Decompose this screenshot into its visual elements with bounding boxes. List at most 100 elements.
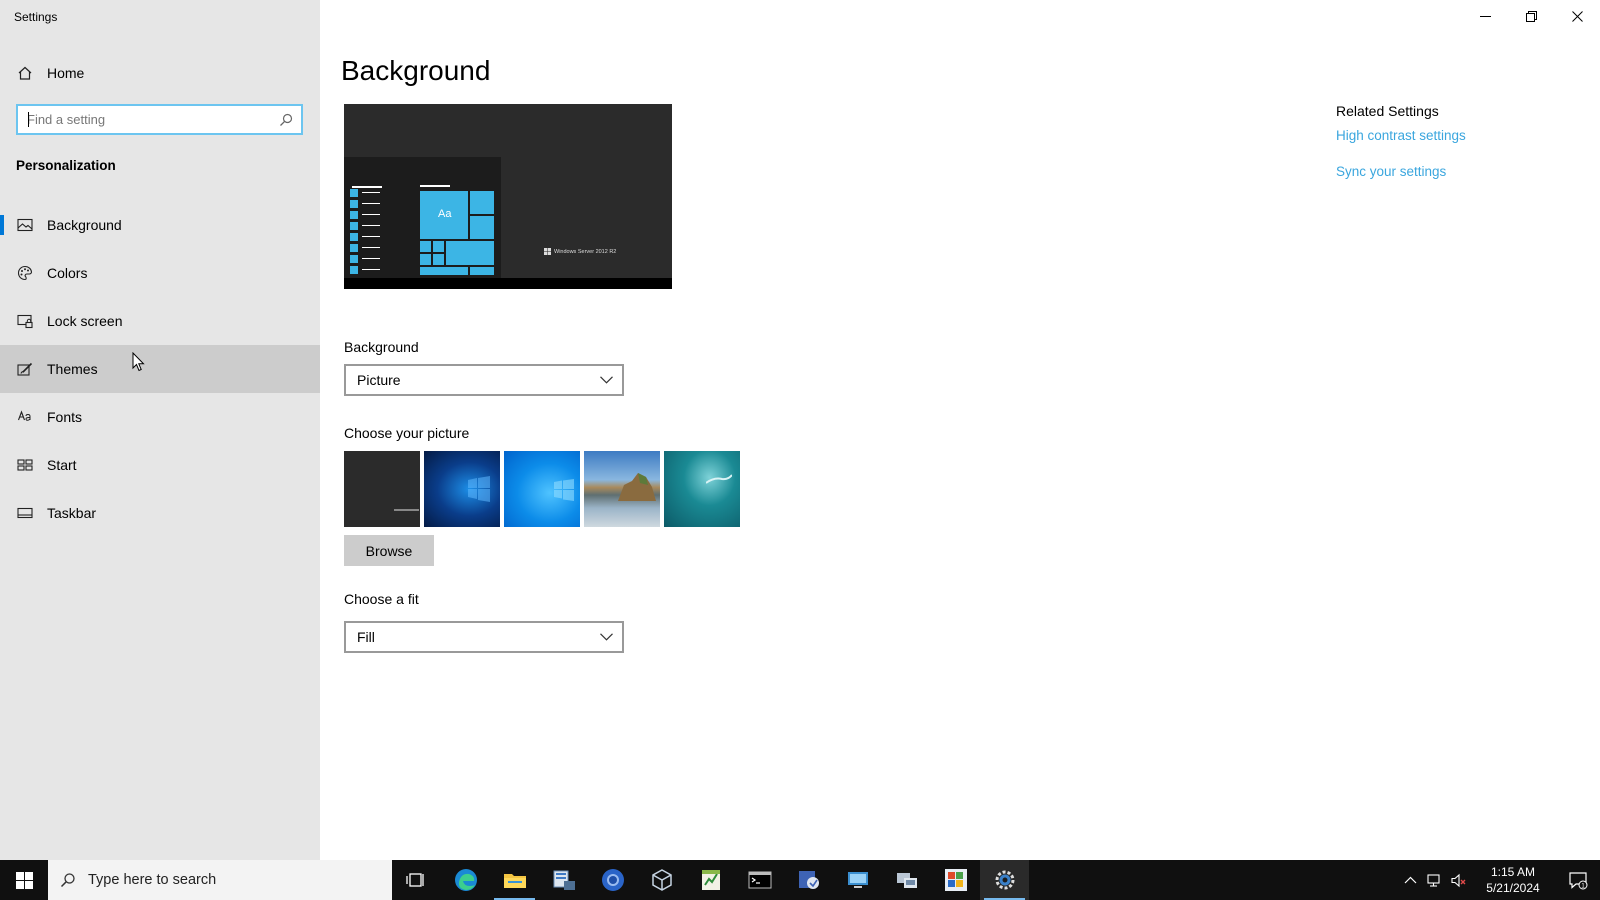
minimize-button[interactable] (1462, 0, 1508, 32)
preview-tile (420, 241, 431, 252)
preview-tile-label: Aa (438, 208, 452, 220)
volume-button[interactable] (1446, 860, 1470, 900)
picture-icon (16, 216, 34, 234)
taskbar-app-admin-tools[interactable] (784, 860, 833, 900)
sidebar-item-colors[interactable]: Colors (0, 249, 320, 297)
taskbar-app-network[interactable] (882, 860, 931, 900)
picture-thumbnails (344, 451, 740, 527)
windows-logo-icon (15, 871, 33, 889)
clock-time: 1:15 AM (1490, 865, 1536, 879)
system-tray: 1:15 AM 5/21/2024 1 (1398, 860, 1600, 900)
preview-tile (470, 267, 494, 275)
windows-logo-icon (544, 248, 551, 255)
preview-tile-large: Aa (420, 191, 468, 239)
background-type-dropdown[interactable]: Picture (344, 364, 624, 396)
home-link[interactable]: Home (0, 56, 320, 90)
search-input[interactable] (27, 112, 267, 127)
preview-app-row (350, 198, 380, 209)
sidebar-item-label: Lock screen (47, 313, 123, 329)
taskbar-app-windows-vista[interactable] (931, 860, 980, 900)
swimmer-icon (706, 474, 732, 484)
fit-dropdown[interactable]: Fill (344, 621, 624, 653)
high-contrast-settings-link[interactable]: High contrast settings (1336, 128, 1466, 143)
related-settings: Related Settings High contrast settings … (1336, 103, 1466, 200)
task-view-button[interactable] (392, 860, 441, 900)
mouse-pointer-icon (132, 352, 145, 372)
taskbar-app-remote-desktop[interactable] (833, 860, 882, 900)
windows-vista-icon (944, 869, 967, 891)
taskbar-app-settings[interactable] (980, 860, 1029, 900)
sidebar-item-label: Fonts (47, 409, 83, 425)
taskbar-app-edge[interactable] (441, 860, 490, 900)
preview-app-row (350, 220, 380, 231)
sidebar-item-fonts[interactable]: Fonts (0, 393, 320, 441)
taskbar-app-server-manager[interactable] (539, 860, 588, 900)
sidebar-item-start[interactable]: Start (0, 441, 320, 489)
taskbar: Type here to search 1:15 AM 5/21/2024 1 (0, 860, 1600, 900)
section-heading: Personalization (16, 158, 116, 173)
sidebar-item-lock-screen[interactable]: Lock screen (0, 297, 320, 345)
taskbar-app-chrome[interactable] (588, 860, 637, 900)
preview-tile (420, 254, 431, 265)
search-icon[interactable] (279, 113, 293, 127)
sidebar-item-taskbar[interactable]: Taskbar (0, 489, 320, 537)
remote-desktop-icon (847, 872, 868, 888)
browse-button[interactable]: Browse (344, 535, 434, 566)
minimize-icon (1479, 15, 1491, 17)
dropdown-value: Fill (357, 629, 375, 645)
preview-tile (446, 241, 494, 265)
network-status-icon (1426, 873, 1440, 887)
preview-tile (420, 267, 468, 275)
taskbar-app-command-prompt[interactable] (735, 860, 784, 900)
show-hidden-icons-button[interactable] (1398, 860, 1422, 900)
taskbar-app-file-explorer[interactable] (490, 860, 539, 900)
volume-muted-icon (1450, 873, 1465, 887)
fonts-icon (16, 408, 34, 426)
settings-gear-icon (995, 870, 1014, 890)
preview-tiles-header (420, 185, 450, 187)
restore-icon (1525, 10, 1537, 22)
action-center-button[interactable]: 1 (1556, 860, 1600, 900)
windows-logo-icon (468, 476, 490, 502)
sidebar-item-background[interactable]: Background (0, 201, 320, 249)
virtualbox-icon (651, 869, 672, 891)
close-button[interactable] (1554, 0, 1600, 32)
start-button[interactable] (0, 860, 48, 900)
choose-fit-label: Choose a fit (344, 591, 419, 607)
command-prompt-icon (748, 871, 771, 889)
task-view-icon (405, 873, 424, 887)
home-label: Home (47, 65, 85, 81)
preview-tile (470, 216, 494, 239)
taskbar-apps (392, 860, 1029, 900)
taskbar-search-box[interactable]: Type here to search (48, 860, 392, 900)
sidebar-item-themes[interactable]: Themes (0, 345, 320, 393)
background-preview: Aa Windows Server 2012 R2 (344, 104, 672, 289)
network-icon (896, 873, 917, 888)
picture-thumbnail-windows-blue[interactable] (424, 451, 500, 527)
picture-thumbnail-dark[interactable] (344, 451, 420, 527)
search-box[interactable] (16, 104, 303, 135)
search-icon (60, 873, 75, 888)
network-status-button[interactable] (1422, 860, 1446, 900)
preview-start-menu: Aa (344, 157, 501, 278)
taskbar-app-virtualbox[interactable] (637, 860, 686, 900)
picture-thumbnail-underwater[interactable] (664, 451, 740, 527)
preview-app-row (350, 253, 380, 264)
dropdown-value: Picture (357, 372, 401, 388)
picture-thumbnail-beach[interactable] (584, 451, 660, 527)
sidebar-item-label: Themes (47, 361, 98, 377)
window-controls (1462, 0, 1600, 32)
chevron-down-icon (600, 633, 613, 641)
preview-app-row (350, 209, 380, 220)
spreadsheet-icon (701, 870, 720, 890)
sidebar-item-label: Colors (47, 265, 88, 281)
picture-thumbnail-bright-blue[interactable] (504, 451, 580, 527)
sidebar-item-label: Background (47, 217, 122, 233)
taskbar-app-spreadsheet[interactable] (686, 860, 735, 900)
sync-settings-link[interactable]: Sync your settings (1336, 164, 1466, 179)
palette-icon (16, 264, 34, 282)
restore-button[interactable] (1508, 0, 1554, 32)
clock[interactable]: 1:15 AM 5/21/2024 (1470, 860, 1556, 900)
preview-tile (433, 241, 444, 252)
related-settings-title: Related Settings (1336, 103, 1439, 119)
